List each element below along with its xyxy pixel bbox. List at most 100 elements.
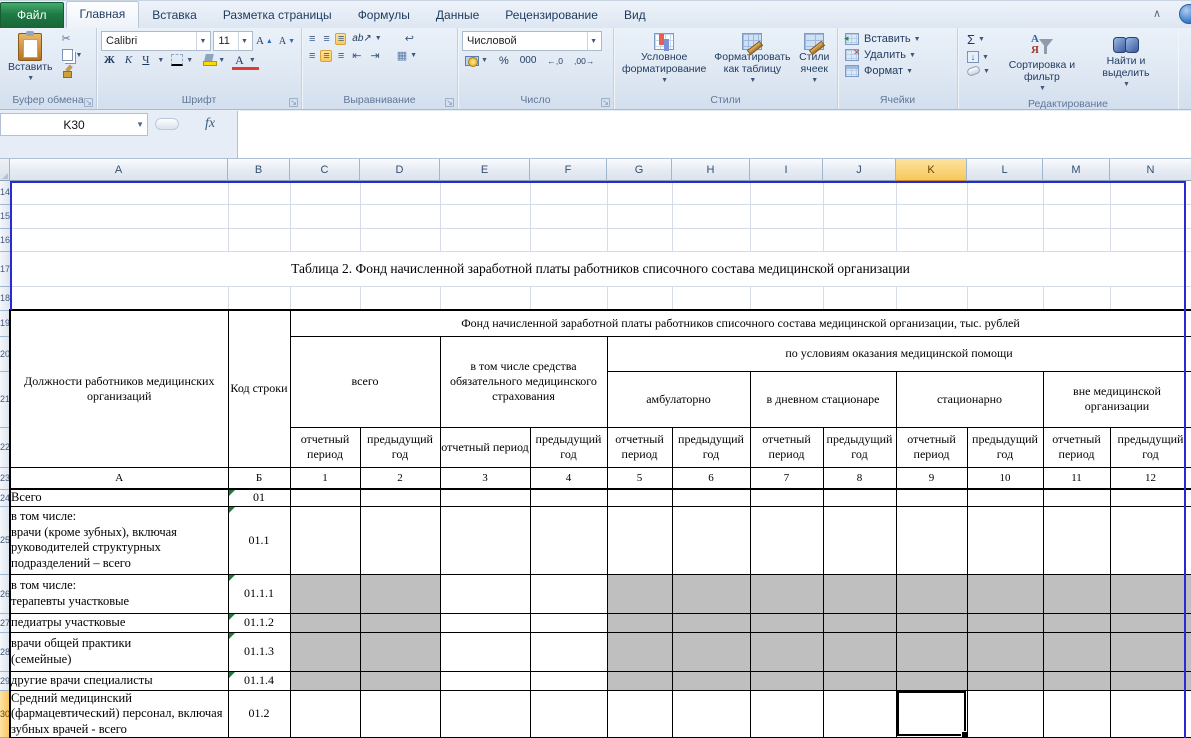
cell[interactable] <box>1110 671 1191 690</box>
decrease-indent-button[interactable]: ⇤ <box>349 48 364 63</box>
cell[interactable] <box>823 613 896 632</box>
cell[interactable] <box>750 228 823 251</box>
cell[interactable] <box>607 632 672 671</box>
name-box[interactable]: K30 ▼ <box>0 113 148 136</box>
tab-insert[interactable]: Вставка <box>139 3 210 28</box>
cell[interactable] <box>1110 574 1191 613</box>
cell[interactable] <box>607 204 672 228</box>
col-num-cell[interactable]: Б <box>228 467 290 489</box>
column-header-f[interactable]: F <box>530 159 607 181</box>
delete-cells-button[interactable]: Удалить▼ <box>842 48 919 62</box>
cell[interactable] <box>530 506 607 574</box>
cell[interactable] <box>896 632 967 671</box>
cell[interactable] <box>1110 181 1191 204</box>
header-period[interactable]: предыдущий год <box>967 427 1043 467</box>
position-cell[interactable]: педиатры участковые <box>10 613 228 632</box>
increase-decimal-button[interactable]: ←,0 <box>544 55 566 67</box>
row-header-19[interactable]: 19 <box>0 310 10 336</box>
cell[interactable] <box>823 489 896 506</box>
header-oms[interactable]: в том числе средства обязательного медиц… <box>440 336 607 427</box>
position-cell[interactable]: другие врачи специалисты <box>10 671 228 690</box>
cell[interactable] <box>440 181 530 204</box>
column-header-c[interactable]: C <box>290 159 360 181</box>
tab-view[interactable]: Вид <box>611 3 659 28</box>
cell[interactable] <box>967 228 1043 251</box>
code-cell[interactable]: 01.1.2 <box>228 613 290 632</box>
row-header-20[interactable]: 20 <box>0 336 10 371</box>
cell[interactable] <box>823 204 896 228</box>
cell[interactable] <box>672 613 750 632</box>
cell[interactable] <box>896 574 967 613</box>
format-as-table-button[interactable]: Форматировать как таблицу▼ <box>710 31 794 93</box>
header-period[interactable]: предыдущий год <box>672 427 750 467</box>
cell[interactable] <box>440 613 530 632</box>
cell[interactable] <box>360 613 440 632</box>
col-num-cell[interactable]: 1 <box>290 467 360 489</box>
sheet-title[interactable]: Таблица 2. Фонд начисленной заработной п… <box>10 251 1191 286</box>
cell[interactable] <box>672 506 750 574</box>
cell[interactable] <box>672 574 750 613</box>
row-header-28[interactable]: 28 <box>0 632 10 671</box>
cell[interactable] <box>360 286 440 310</box>
cell[interactable] <box>360 632 440 671</box>
underline-caret-icon[interactable]: ▼ <box>157 57 164 64</box>
tab-formulas[interactable]: Формулы <box>345 3 423 28</box>
fill-button[interactable]: ↓▼ <box>964 50 993 64</box>
tab-home[interactable]: Главная <box>66 1 140 28</box>
align-middle-button[interactable]: ≡ <box>320 33 331 45</box>
selected-cell-k30[interactable] <box>896 690 967 738</box>
cell[interactable] <box>1110 506 1191 574</box>
header-total[interactable]: всего <box>290 336 440 427</box>
row-header-23[interactable]: 23 <box>0 467 10 489</box>
cell[interactable] <box>607 574 672 613</box>
cell[interactable] <box>440 690 530 738</box>
cell[interactable] <box>750 632 823 671</box>
copy-button[interactable]: ▼ <box>59 48 86 62</box>
cell[interactable] <box>607 671 672 690</box>
cell[interactable] <box>672 489 750 506</box>
column-header-n[interactable]: N <box>1110 159 1191 181</box>
cell[interactable] <box>530 632 607 671</box>
column-header-j[interactable]: J <box>823 159 896 181</box>
cell[interactable] <box>823 671 896 690</box>
wrap-text-button[interactable]: ↩ <box>402 31 417 46</box>
cell[interactable] <box>290 489 360 506</box>
cell[interactable] <box>290 228 360 251</box>
alignment-dialog-launcher-icon[interactable]: ↘ <box>445 98 454 107</box>
select-all-corner[interactable] <box>0 159 10 181</box>
cell[interactable] <box>967 181 1043 204</box>
cell[interactable] <box>440 489 530 506</box>
cell[interactable] <box>750 286 823 310</box>
autosum-button[interactable]: Σ▼ <box>964 31 993 48</box>
header-day-hospital[interactable]: в дневном стационаре <box>750 371 896 427</box>
cell[interactable] <box>228 181 290 204</box>
cell[interactable] <box>290 671 360 690</box>
align-left-button[interactable]: ≡ <box>306 50 317 62</box>
cell[interactable] <box>967 632 1043 671</box>
insert-cells-button[interactable]: Вставить▼ <box>842 32 924 46</box>
column-header-d[interactable]: D <box>360 159 440 181</box>
cell[interactable] <box>750 613 823 632</box>
cell[interactable] <box>672 632 750 671</box>
cell[interactable] <box>823 690 896 738</box>
col-num-cell[interactable]: 4 <box>530 467 607 489</box>
col-num-cell[interactable]: 2 <box>360 467 440 489</box>
decrease-decimal-button[interactable]: ,00→ <box>571 55 597 67</box>
number-dialog-launcher-icon[interactable]: ↘ <box>601 98 610 107</box>
cell[interactable] <box>440 204 530 228</box>
collapse-ribbon-icon[interactable]: ∧ <box>1153 7 1161 20</box>
col-num-cell[interactable]: 3 <box>440 467 530 489</box>
cell[interactable] <box>10 228 228 251</box>
cell[interactable] <box>1110 228 1191 251</box>
find-select-button[interactable]: Найти и выделить▼ <box>1085 31 1167 97</box>
cell[interactable] <box>967 506 1043 574</box>
cell[interactable] <box>1043 574 1110 613</box>
cell[interactable] <box>440 228 530 251</box>
cell[interactable] <box>607 489 672 506</box>
cell[interactable] <box>672 204 750 228</box>
position-cell[interactable]: в том числе: терапевты участковые <box>10 574 228 613</box>
cell[interactable] <box>1110 613 1191 632</box>
cell[interactable] <box>530 574 607 613</box>
underline-button[interactable]: Ч <box>139 53 152 67</box>
cell[interactable] <box>1043 228 1110 251</box>
